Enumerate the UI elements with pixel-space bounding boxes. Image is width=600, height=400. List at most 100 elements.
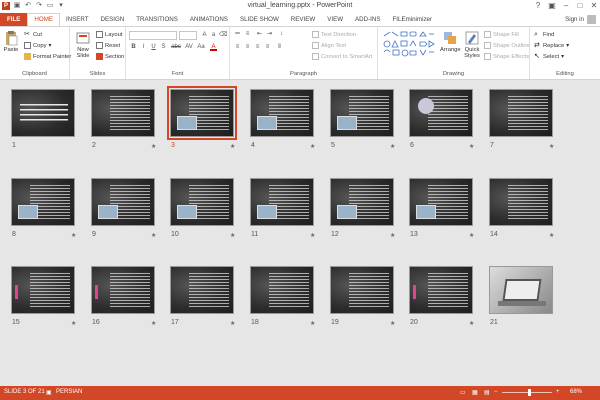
copy-button[interactable]: Copy ▾	[24, 42, 51, 49]
tab-transitions[interactable]: TRANSITIONS	[130, 13, 184, 26]
slide-sorter-view-icon[interactable]: ▦	[472, 389, 478, 396]
close-icon[interactable]: ✕	[590, 1, 598, 10]
normal-view-icon[interactable]: ▭	[460, 389, 466, 396]
slide-thumbnail[interactable]	[170, 178, 234, 226]
shape-effects-button[interactable]: Shape Effects	[484, 53, 529, 60]
text-direction-button[interactable]: Text Direction	[312, 31, 356, 38]
shape-outline-button[interactable]: Shape Outline	[484, 42, 530, 49]
slide-thumbnail[interactable]	[91, 178, 155, 226]
shapes-gallery-icon[interactable]	[382, 30, 436, 60]
decrease-indent-icon[interactable]: ⇤	[256, 31, 263, 38]
increase-indent-icon[interactable]: ⇥	[266, 31, 273, 38]
slide-thumbnail[interactable]	[489, 178, 553, 226]
tab-view[interactable]: VIEW	[321, 13, 349, 26]
cut-button[interactable]: ✂ Cut	[24, 31, 42, 38]
transition-star-icon[interactable]: ★	[469, 232, 474, 239]
transition-star-icon[interactable]: ★	[230, 143, 235, 150]
transition-star-icon[interactable]: ★	[230, 232, 235, 239]
spellcheck-icon[interactable]: ▣	[46, 389, 52, 396]
new-slide-button[interactable]: New Slide	[73, 30, 93, 59]
transition-star-icon[interactable]: ★	[469, 143, 474, 150]
transition-star-icon[interactable]: ★	[390, 232, 395, 239]
arrange-button[interactable]: Arrange	[440, 30, 461, 53]
minimize-icon[interactable]: –	[562, 1, 570, 10]
slide-sorter[interactable]: 1 2 ★ 3 ★ 4 ★ 5 ★ 6 ★ 7 ★ 8 ★ 9 ★ 10 ★ 11 ★ 12 ★ 13 ★ 14 ★ 15 ★ 16 ★ 17…	[0, 81, 600, 386]
transition-star-icon[interactable]: ★	[390, 320, 395, 327]
transition-star-icon[interactable]: ★	[469, 320, 474, 327]
transition-star-icon[interactable]: ★	[310, 143, 315, 150]
slide-thumbnail[interactable]	[409, 266, 473, 314]
tab-add-ins[interactable]: ADD-INS	[349, 13, 386, 26]
align-left-icon[interactable]: ≡	[234, 44, 241, 51]
font-color-button[interactable]: A	[210, 44, 217, 51]
font-family-select[interactable]	[129, 31, 177, 40]
transition-star-icon[interactable]: ★	[390, 143, 395, 150]
columns-icon[interactable]: ⫴	[276, 44, 283, 51]
sign-in-link[interactable]: Sign in	[565, 16, 584, 23]
section-button[interactable]: Section	[96, 53, 124, 60]
avatar[interactable]	[587, 15, 596, 24]
select-button[interactable]: ↖ Select ▾	[534, 53, 564, 60]
slide-thumbnail[interactable]	[330, 89, 394, 137]
align-right-icon[interactable]: ≡	[254, 44, 261, 51]
line-spacing-icon[interactable]: ↕	[278, 31, 285, 38]
help-icon[interactable]: ?	[534, 1, 542, 10]
slide-thumbnail[interactable]	[409, 178, 473, 226]
tab-slide-show[interactable]: SLIDE SHOW	[234, 13, 285, 26]
find-button[interactable]: ⌕ Find	[534, 31, 554, 38]
clear-format-icon[interactable]: ⌫	[219, 32, 227, 39]
transition-star-icon[interactable]: ★	[151, 232, 156, 239]
maximize-icon[interactable]: □	[576, 1, 584, 10]
slide-thumbnail[interactable]	[409, 89, 473, 137]
slide-thumbnail[interactable]	[91, 89, 155, 137]
language-indicator[interactable]: PERSIAN	[56, 389, 82, 395]
quick-styles-button[interactable]: Quick Styles	[462, 30, 482, 59]
strikethrough-button[interactable]: abc	[170, 44, 182, 51]
zoom-slider[interactable]	[502, 392, 552, 393]
bullets-icon[interactable]: ≔	[234, 31, 241, 38]
slide-thumbnail[interactable]	[167, 86, 237, 140]
tab-design[interactable]: DESIGN	[95, 13, 131, 26]
replace-button[interactable]: ⇄ Replace ▾	[534, 42, 569, 49]
slide-thumbnail[interactable]	[11, 89, 75, 137]
numbering-icon[interactable]: ≡	[244, 31, 251, 38]
reset-button[interactable]: Reset	[96, 42, 120, 49]
transition-star-icon[interactable]: ★	[549, 232, 554, 239]
bold-button[interactable]: B	[130, 44, 137, 51]
tab-file[interactable]: FILE	[0, 13, 28, 26]
decrease-font-icon[interactable]: a	[210, 32, 217, 39]
slide-thumbnail[interactable]	[250, 89, 314, 137]
align-center-icon[interactable]: ≡	[244, 44, 251, 51]
justify-icon[interactable]: ≡	[264, 44, 271, 51]
underline-button[interactable]: U	[150, 44, 157, 51]
zoom-slider-handle[interactable]	[528, 389, 531, 396]
reading-view-icon[interactable]: ▤	[484, 389, 490, 396]
zoom-in-icon[interactable]: +	[556, 389, 560, 395]
format-painter-button[interactable]: Format Painter	[24, 53, 71, 60]
transition-star-icon[interactable]: ★	[310, 232, 315, 239]
align-text-button[interactable]: Align Text	[312, 42, 346, 49]
transition-star-icon[interactable]: ★	[310, 320, 315, 327]
slide-thumbnail[interactable]	[250, 178, 314, 226]
transition-star-icon[interactable]: ★	[151, 320, 156, 327]
transition-star-icon[interactable]: ★	[151, 143, 156, 150]
tab-home[interactable]: HOME	[27, 13, 60, 26]
transition-star-icon[interactable]: ★	[549, 143, 554, 150]
char-spacing-button[interactable]: AV	[184, 44, 194, 51]
slide-thumbnail[interactable]	[330, 266, 394, 314]
slide-thumbnail[interactable]	[91, 266, 155, 314]
transition-star-icon[interactable]: ★	[230, 320, 235, 327]
convert-smartart-button[interactable]: Convert to SmartArt	[312, 53, 372, 60]
tab-fileminimizer[interactable]: FILEminimizer	[387, 13, 439, 26]
paste-button[interactable]: Paste	[3, 30, 19, 53]
increase-font-icon[interactable]: A	[201, 32, 208, 39]
shadow-button[interactable]: S	[160, 44, 167, 51]
slide-thumbnail[interactable]	[489, 266, 553, 314]
change-case-button[interactable]: Aa	[196, 44, 206, 51]
slide-thumbnail[interactable]	[489, 89, 553, 137]
zoom-out-icon[interactable]: −	[494, 389, 498, 395]
zoom-level[interactable]: 68%	[570, 389, 582, 395]
italic-button[interactable]: I	[140, 44, 147, 51]
tab-review[interactable]: REVIEW	[285, 13, 321, 26]
slide-thumbnail[interactable]	[11, 266, 75, 314]
